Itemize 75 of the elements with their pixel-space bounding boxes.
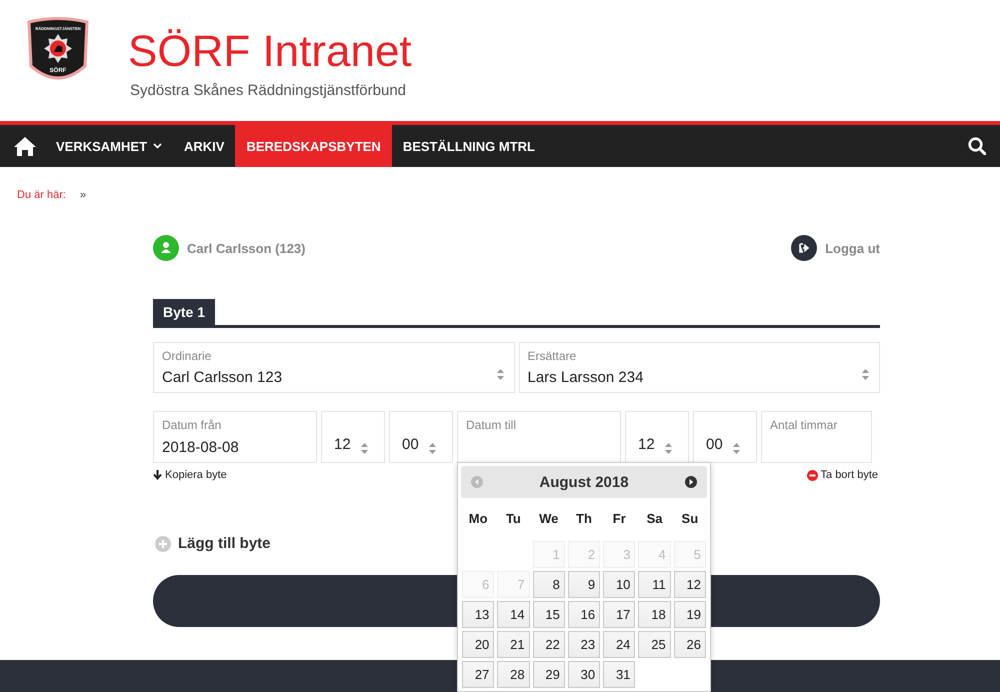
calendar-day[interactable]: 21 [497, 631, 530, 658]
arrow-down-icon [153, 470, 162, 480]
add-icon [155, 536, 171, 552]
calendar-day[interactable]: 15 [532, 601, 565, 628]
remove-link[interactable]: Ta bort byte [820, 469, 878, 481]
breadcrumb-separator: » [80, 189, 86, 203]
calendar-day: 3 [603, 541, 636, 568]
calendar-day: 7 [497, 571, 530, 598]
nav-item[interactable]: BESTÄLLNING MTRL [392, 125, 546, 167]
month-title: August 2018 [539, 474, 629, 490]
calendar-day: 5 [674, 541, 706, 568]
calendar-day[interactable]: 29 [532, 661, 565, 688]
up-down-arrows-icon [664, 443, 672, 454]
calendar-day[interactable]: 30 [568, 661, 600, 688]
calendar-day[interactable]: 13 [462, 601, 494, 628]
site-subtitle: Sydöstra Skånes Räddningstjänstförbund [130, 82, 408, 99]
user-icon [153, 235, 179, 261]
input-field[interactable]: Datum från 2018-08-08 [153, 411, 317, 463]
logout-icon[interactable] [791, 235, 818, 261]
calendar-day[interactable]: 28 [497, 661, 530, 688]
calendar-day[interactable]: 19 [674, 601, 706, 628]
calendar-day: 4 [638, 541, 671, 568]
calendar-day[interactable]: 31 [603, 661, 636, 688]
up-down-arrows-icon [360, 443, 368, 454]
up-down-arrows-icon [496, 369, 504, 380]
search-icon[interactable] [968, 137, 986, 155]
calendar-day[interactable]: 11 [638, 571, 671, 598]
nav-item[interactable]: ARKIV [173, 125, 236, 167]
home-icon[interactable] [14, 136, 36, 156]
select-field[interactable]: Ersättare Lars Larsson 234 [518, 342, 880, 393]
up-down-arrows-icon [732, 443, 740, 454]
tab[interactable]: Byte 1 [153, 299, 216, 325]
remove-icon [806, 470, 818, 480]
calendar-day[interactable]: 18 [638, 601, 671, 628]
nav-item[interactable]: BEREDSKAPSBYTEN [235, 125, 392, 167]
number-spinner[interactable]: 12 [321, 411, 385, 463]
input-field[interactable]: Antal timmar [761, 411, 872, 463]
copy-link[interactable]: Kopiera byte [165, 469, 227, 481]
calendar-day[interactable]: 17 [603, 601, 636, 628]
calendar-day[interactable]: 9 [568, 571, 600, 598]
breadcrumb-label: Du är här: [17, 189, 66, 203]
nav-item[interactable]: VERKSAMHET [45, 125, 174, 167]
number-spinner[interactable]: 00 [693, 411, 757, 463]
select-field[interactable]: Ordinarie Carl Carlsson 123 [153, 342, 514, 393]
weekday-label: Fr [612, 510, 627, 528]
up-down-arrows-icon [428, 443, 436, 454]
weekday-label: Tu [504, 510, 522, 528]
calendar-day[interactable]: 8 [532, 571, 565, 598]
weekday-label: Mo [468, 510, 489, 528]
weekday-label: Sa [646, 510, 664, 528]
number-spinner[interactable]: 12 [625, 411, 689, 463]
number-spinner[interactable]: 00 [389, 411, 453, 463]
calendar-day: 2 [568, 541, 600, 568]
calendar-day[interactable]: 10 [603, 571, 636, 598]
calendar-day: 1 [532, 541, 565, 568]
weekday-label: Su [680, 510, 700, 528]
calendar-day[interactable]: 14 [497, 601, 530, 628]
calendar-day[interactable]: 25 [638, 631, 671, 658]
calendar-day[interactable]: 23 [568, 631, 600, 658]
calendar-day[interactable]: 16 [568, 601, 600, 628]
logout-link[interactable]: Logga ut [825, 240, 880, 256]
weekday-label: We [538, 510, 560, 528]
calendar-day[interactable]: 12 [674, 571, 706, 598]
add-link[interactable]: Lägg till byte [178, 535, 271, 552]
site-title[interactable]: SÖRF Intranet [128, 28, 412, 76]
calendar-day[interactable]: 27 [462, 661, 494, 688]
calendar-day: 6 [462, 571, 494, 598]
up-down-arrows-icon [862, 369, 869, 380]
user-name: Carl Carlsson (123) [187, 240, 306, 256]
calendar-day[interactable]: 26 [674, 631, 706, 658]
next-month-icon[interactable] [684, 476, 697, 488]
calendar-day[interactable]: 22 [532, 631, 565, 658]
calendar-day[interactable]: 20 [462, 631, 494, 658]
calendar-day[interactable]: 24 [603, 631, 636, 658]
weekday-label: Th [575, 510, 593, 528]
